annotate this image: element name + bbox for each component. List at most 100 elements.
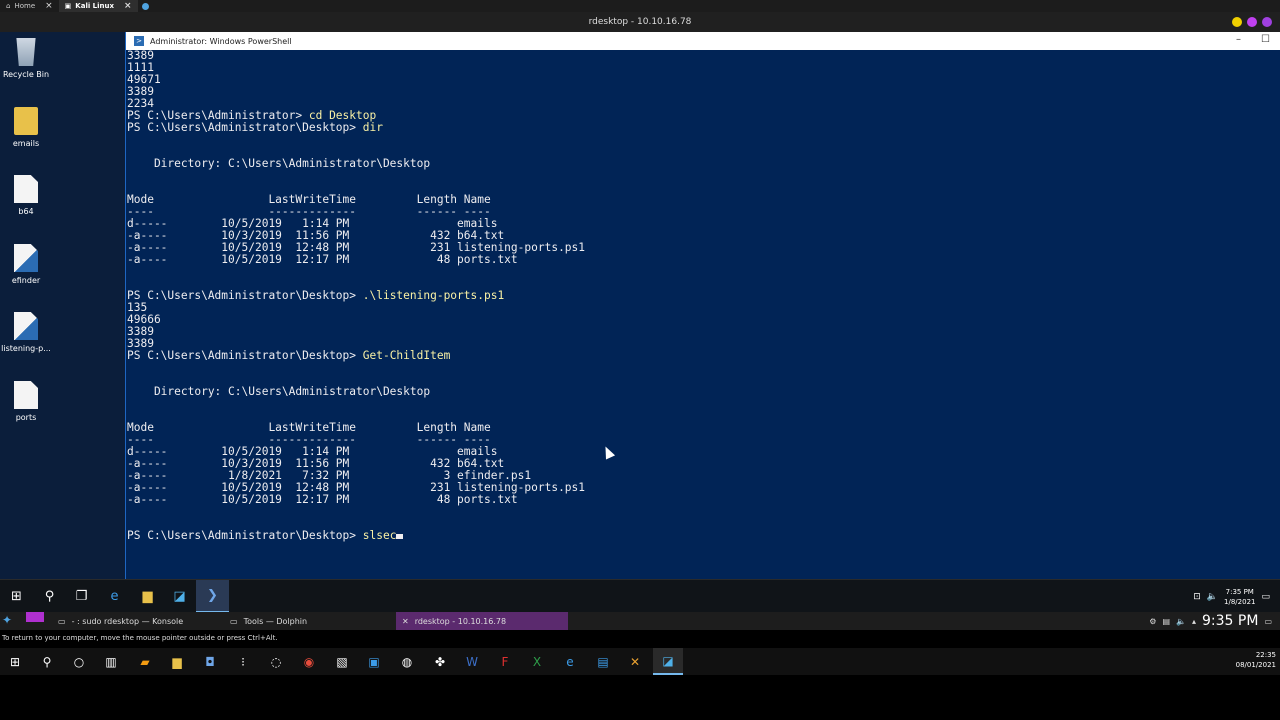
windows-clock-time: 7:35 PM [1225, 587, 1254, 596]
host-explorer-button[interactable]: ▆ [162, 648, 192, 675]
host-app-button[interactable]: F [490, 648, 520, 675]
tab-kali-linux[interactable]: ▣ Kali Linux × [58, 0, 138, 12]
host-app-button[interactable]: ▰ [130, 648, 160, 675]
start-button[interactable]: ⊞ [0, 580, 33, 613]
desktop-icon-efinder[interactable]: efinder [0, 244, 52, 285]
search-icon: ⚲ [44, 589, 55, 604]
console-line: Directory: C:\Users\Administrator\Deskto… [127, 157, 431, 170]
network-icon[interactable]: ⊡ [1193, 592, 1201, 602]
host-app-button[interactable]: ⁝ [228, 648, 258, 675]
console-line: 1111 [127, 61, 154, 74]
host-app-button[interactable]: ✕ [620, 648, 650, 675]
host-cortana-button[interactable]: ○ [64, 648, 94, 675]
task-rdesktop[interactable]: ✕ rdesktop - 10.10.16.78 [396, 612, 568, 630]
host-task-view-button[interactable]: ▥ [96, 648, 126, 675]
x-window-icon: ✕ [402, 616, 409, 626]
console-command: Get-ChildItem [362, 349, 451, 362]
remote-desktop: Recycle Bin emails b64 efinder listening… [0, 32, 1280, 579]
chrome-icon: ◉ [303, 654, 315, 669]
bluetooth-icon[interactable]: ⚙ [1149, 617, 1156, 626]
kali-clock[interactable]: 9:35 PM [1202, 613, 1258, 629]
console-line: PS C:\Users\Administrator\Desktop> Get-C… [127, 350, 1280, 362]
desktop-icon-listening-ports[interactable]: listening-p... [0, 312, 52, 353]
powershell-ise-icon: ◪ [173, 589, 186, 604]
host-start-button[interactable]: ⊞ [0, 648, 30, 675]
home-icon: ⌂ [6, 2, 11, 10]
host-app-button[interactable]: ◍ [392, 648, 422, 675]
file-explorer-icon: ▆ [142, 589, 153, 604]
windows-clock[interactable]: 7:35 PM 1/8/2021 [1224, 587, 1255, 607]
minimize-button[interactable] [1232, 17, 1242, 27]
clipboard-icon[interactable]: ▤ [1162, 617, 1170, 626]
host-app-button[interactable]: ✤ [425, 648, 455, 675]
task-label: rdesktop - 10.10.16.78 [414, 616, 507, 626]
host-app-button[interactable]: ◘ [195, 648, 225, 675]
expand-tray-icon[interactable]: ▴ [1192, 617, 1196, 626]
console-line: Directory: C:\Users\Administrator\Deskto… [127, 385, 431, 398]
host-vm-button[interactable]: ◪ [653, 648, 683, 675]
console-prompt: PS C:\Users\Administrator\Desktop> [127, 289, 363, 302]
powershell-console[interactable]: 3389 1111 49671 3389 2234 PS C:\Users\Adminis… [126, 50, 1280, 579]
file-explorer-icon: ▆ [172, 654, 182, 669]
desktop-icon-b64[interactable]: b64 [0, 175, 52, 216]
desktop-icon-label: efinder [11, 276, 41, 285]
file-icon [14, 381, 38, 409]
desktop-icon-emails[interactable]: emails [0, 107, 52, 148]
host-taskbar: ⊞ ⚲ ○ ▥ ▰ ▆ ◘ ⁝ ◌ ◉ ▧ ▣ ◍ ✤ W F X e ▤ ✕ … [0, 648, 1280, 675]
kali-menu-icon[interactable]: ✦ [2, 613, 18, 629]
volume-icon[interactable]: 🔈 [1207, 592, 1218, 602]
host-chrome-button[interactable]: ◉ [294, 648, 324, 675]
console-command: .\listening-ports.ps1 [362, 289, 505, 302]
show-desktop-icon[interactable]: ▭ [1264, 617, 1272, 626]
console-line: 3389 [127, 50, 154, 62]
workspace-indicator[interactable] [26, 612, 44, 622]
app-icon: ⁝ [241, 654, 245, 669]
console-line: PS C:\Users\Administrator\Desktop> dir [127, 122, 1280, 134]
powershell-titlebar[interactable]: > Administrator: Windows PowerShell – ☐ [126, 32, 1280, 50]
desktop-icon-label: emails [12, 139, 40, 148]
maximize-button[interactable] [1247, 17, 1257, 27]
notification-icon[interactable]: ▭ [1261, 592, 1270, 602]
powershell-icon: > [134, 36, 144, 46]
desktop-icon-recycle-bin[interactable]: Recycle Bin [0, 38, 52, 79]
desktop-icon-ports[interactable]: ports [0, 381, 52, 422]
search-button[interactable]: ⚲ [33, 580, 66, 613]
volume-icon[interactable]: 🔈 [1176, 617, 1186, 626]
close-icon[interactable]: × [45, 1, 53, 11]
app-icon: ▧ [336, 654, 348, 669]
powershell-window[interactable]: > Administrator: Windows PowerShell – ☐ … [125, 32, 1280, 579]
host-outlook-button[interactable]: ▤ [588, 648, 618, 675]
file-explorer-button[interactable]: ▆ [131, 580, 164, 613]
host-app-button[interactable]: ▣ [359, 648, 389, 675]
desktop-icon-label: ports [15, 413, 37, 422]
console-command: dir [362, 121, 383, 134]
host-excel-button[interactable]: X [522, 648, 552, 675]
host-app-button[interactable]: ◌ [261, 648, 291, 675]
host-word-button[interactable]: W [457, 648, 487, 675]
app-icon: ◘ [205, 654, 215, 669]
word-icon: W [466, 654, 478, 669]
close-button[interactable] [1262, 17, 1272, 27]
powershell-ise-button[interactable]: ◪ [163, 580, 196, 613]
task-konsole[interactable]: ▭ - : sudo rdesktop — Konsole [52, 612, 222, 630]
host-search-button[interactable]: ⚲ [32, 648, 62, 675]
host-clock-time: 22:35 [1255, 651, 1276, 659]
host-edge-button[interactable]: e [555, 648, 585, 675]
console-prompt: PS C:\Users\Administrator\Desktop> [127, 529, 363, 542]
task-dolphin[interactable]: ▭ Tools — Dolphin [224, 612, 394, 630]
cortana-icon: ○ [73, 654, 85, 669]
close-icon[interactable]: × [124, 1, 132, 11]
edge-button[interactable]: e [98, 580, 131, 613]
console-line: 49666 [127, 313, 161, 326]
host-app-button[interactable]: ▧ [327, 648, 357, 675]
powershell-button[interactable]: ❯ [196, 580, 229, 613]
minimize-button[interactable]: – [1236, 34, 1241, 45]
host-clock[interactable]: 22:35 08/01/2021 [1236, 650, 1276, 670]
task-view-button[interactable]: ❐ [65, 580, 98, 613]
tab-home[interactable]: ⌂ Home × [0, 0, 59, 12]
app-icon: ◌ [270, 654, 282, 669]
maximize-button[interactable]: ☐ [1261, 34, 1270, 45]
start-icon: ⊞ [9, 654, 21, 669]
